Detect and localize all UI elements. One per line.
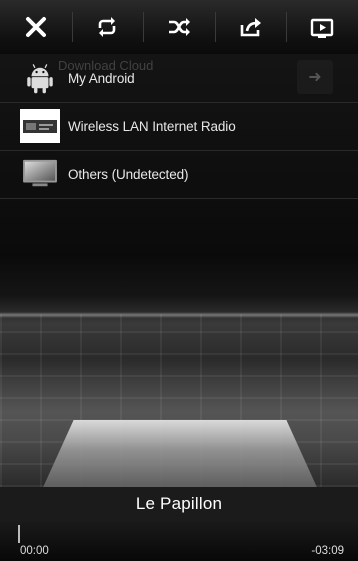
monitor-icon (20, 157, 60, 191)
radio-device-icon (20, 109, 60, 143)
track-title: Le Papillon (135, 494, 223, 513)
seek-bar-fill (18, 525, 20, 543)
repeat-button[interactable] (71, 0, 144, 54)
android-icon (20, 61, 60, 95)
artwork-light-panel (40, 420, 320, 487)
share-button[interactable] (214, 0, 287, 54)
repeat-icon (99, 17, 116, 37)
share-icon (240, 18, 261, 37)
video-button[interactable] (286, 0, 358, 54)
close-icon (25, 17, 46, 37)
seek-bar[interactable] (18, 525, 340, 543)
track-title-bar: Le Papillon (0, 487, 358, 521)
album-artwork (0, 254, 358, 487)
device-item-others[interactable]: Others (Undetected) (0, 150, 358, 199)
device-label: My Android (68, 70, 135, 86)
elapsed-time: 00:00 (20, 545, 49, 557)
device-item-wireless-radio[interactable]: Wireless LAN Internet Radio (0, 102, 358, 151)
player-toolbar (0, 0, 358, 54)
device-item-my-android[interactable]: My Android (0, 54, 358, 103)
close-button[interactable] (0, 0, 72, 54)
device-label: Others (Undetected) (68, 166, 189, 182)
shuffle-icon (168, 18, 190, 36)
shuffle-button[interactable] (143, 0, 215, 54)
device-list: Download Cloud ➜ My Android Wireless LAN… (0, 54, 358, 254)
playback-progress: 00:00 -03:09 (0, 521, 358, 561)
video-icon (310, 18, 334, 38)
device-label: Wireless LAN Internet Radio (68, 118, 236, 134)
remaining-time: -03:09 (311, 545, 344, 557)
